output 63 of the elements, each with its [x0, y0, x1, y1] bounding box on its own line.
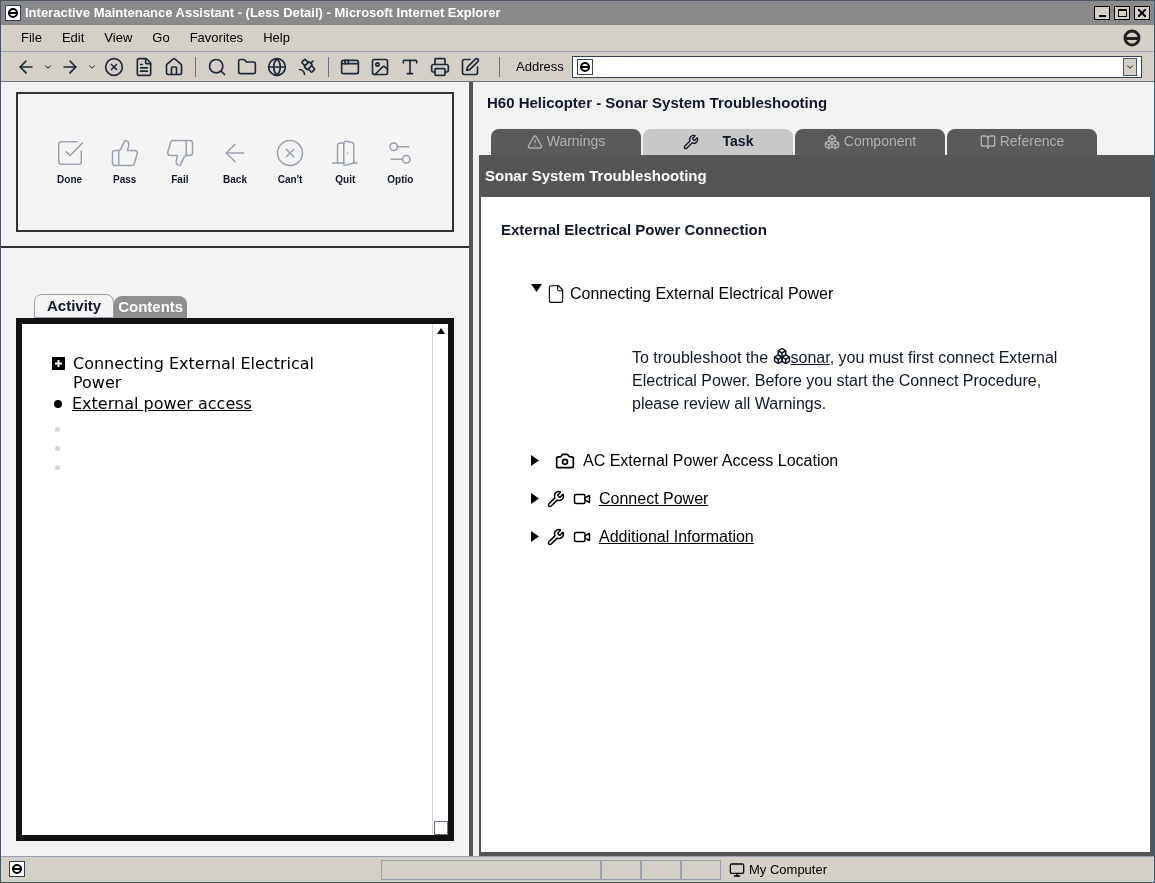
- action-button[interactable]: Pass: [105, 137, 144, 187]
- browser-logo-icon: [9, 860, 25, 877]
- book-icon: [979, 133, 996, 150]
- maximize-button[interactable]: [1114, 6, 1130, 20]
- door-icon: [330, 137, 361, 168]
- action-button[interactable]: Can't: [271, 137, 310, 187]
- procedure-title: Connecting External Electrical Power: [570, 283, 834, 304]
- faint-bullet-icon: [55, 465, 60, 470]
- computer-icon: [729, 861, 745, 878]
- wrench-icon: [547, 489, 565, 508]
- menu-item[interactable]: File: [21, 28, 42, 48]
- warning-icon: [526, 133, 543, 150]
- expanded-triangle-icon[interactable]: [531, 283, 542, 292]
- action-button[interactable]: Fail: [160, 137, 199, 187]
- faint-bullet-icon: [55, 427, 60, 432]
- step-link[interactable]: Connect Power: [599, 486, 709, 511]
- step-title: AC External Power Access Location: [583, 450, 839, 471]
- tree-item[interactable]: Connecting External Electrical Power: [73, 354, 342, 392]
- menu-item[interactable]: Edit: [61, 28, 85, 48]
- menu-item[interactable]: Help: [263, 28, 290, 48]
- sonar-link[interactable]: sonar: [790, 348, 830, 366]
- faint-bullet-icon: [55, 446, 60, 451]
- browser-logo-icon: [5, 5, 21, 21]
- browser-logo-icon: [576, 58, 593, 75]
- window-title: Interactive Maintenance Assistant - (Less Detail) - Microsoft Internet Explorer: [25, 4, 502, 23]
- minimize-button[interactable]: [1094, 6, 1110, 20]
- panel-tab[interactable]: Activity: [34, 294, 115, 318]
- panel-title: Sonar System Troubleshooting: [484, 165, 708, 186]
- x-circle-icon: [275, 137, 306, 168]
- scroll-up-arrow-icon[interactable]: [436, 328, 445, 334]
- tree-link[interactable]: External power access: [72, 394, 252, 413]
- address-field[interactable]: [571, 55, 1142, 78]
- menu-item[interactable]: Go: [152, 28, 170, 48]
- wrench-icon: [682, 133, 699, 150]
- thumbs-up-icon: [109, 137, 140, 168]
- bullet-icon: [54, 400, 62, 408]
- address-label: Address: [516, 57, 564, 76]
- resize-grip[interactable]: [433, 821, 448, 835]
- action-button[interactable]: Done: [50, 137, 89, 187]
- menu-item[interactable]: View: [104, 28, 133, 48]
- close-button[interactable]: [1134, 6, 1150, 20]
- document-icon: [546, 283, 566, 304]
- action-button[interactable]: Optio: [381, 137, 420, 187]
- thumbs-down-icon: [164, 137, 195, 168]
- scrollbar[interactable]: [432, 324, 448, 835]
- section-title: External Electrical Power Connection: [501, 220, 768, 240]
- wrench-icon: [547, 527, 565, 546]
- section-tab[interactable]: Task: [643, 128, 793, 155]
- close-icon: [1138, 9, 1146, 17]
- procedure-description: To troubleshoot the sonar, you must first connect External Electrical Power. Before you start the Connect Procedure, please review all Warnings.: [632, 346, 1059, 414]
- component-icon: [772, 347, 791, 366]
- page-heading: H60 Helicopter - Sonar System Troubleshooting: [487, 93, 829, 113]
- collapsed-triangle-icon[interactable]: [531, 531, 539, 542]
- plus-box-icon: [52, 357, 65, 370]
- boxes-icon: [823, 133, 840, 150]
- dropdown-icon[interactable]: [1123, 57, 1137, 76]
- menu-item[interactable]: Favorites: [189, 28, 244, 48]
- action-button[interactable]: Quit: [326, 137, 365, 187]
- zone-label: My Computer: [749, 860, 828, 879]
- action-button[interactable]: Back: [216, 137, 254, 187]
- step-link[interactable]: Additional Information: [599, 524, 754, 549]
- collapsed-triangle-icon[interactable]: [531, 493, 539, 504]
- collapsed-triangle-icon[interactable]: [531, 455, 539, 466]
